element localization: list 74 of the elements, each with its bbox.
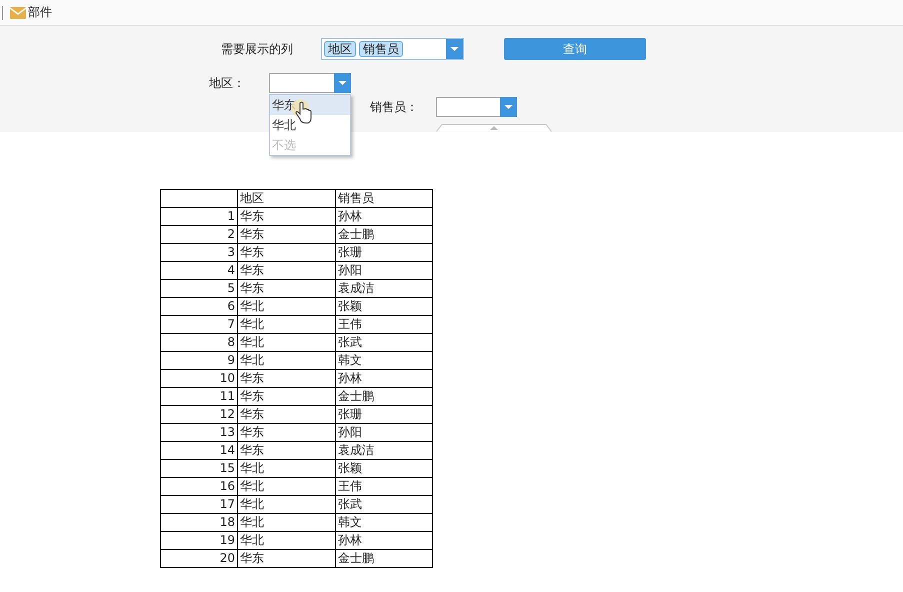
table-cell: 张武: [336, 496, 432, 514]
column-tag[interactable]: 销售员: [359, 41, 403, 57]
table-cell: 孙阳: [336, 262, 432, 280]
envelope-icon: [10, 6, 26, 18]
region-select[interactable]: [269, 73, 351, 93]
salesperson-select[interactable]: [436, 97, 517, 117]
columns-label: 需要展示的列: [221, 40, 294, 58]
table-cell: 王伟: [336, 316, 432, 334]
table-cell: 华北: [238, 532, 336, 550]
row-number-cell: 14: [160, 442, 238, 460]
row-number-cell: 13: [160, 424, 238, 442]
table-cell: 华东: [238, 226, 336, 244]
dropdown-option[interactable]: 华北: [270, 115, 350, 135]
columns-select[interactable]: 地区 销售员: [321, 38, 464, 60]
table-cell: 金士鹏: [336, 550, 432, 568]
row-number-cell: 8: [160, 334, 238, 352]
table-cell: 张珊: [336, 244, 432, 262]
table-cell: 张颖: [336, 460, 432, 478]
row-number-cell: 11: [160, 388, 238, 406]
row-number-cell: 6: [160, 298, 238, 316]
row-number-cell: 4: [160, 262, 238, 280]
table-cell: 韩文: [336, 352, 432, 370]
row-number-cell: 12: [160, 406, 238, 424]
table-cell: 华东: [238, 550, 336, 568]
salesperson-label: 销售员：: [370, 98, 419, 116]
table-cell: 华北: [238, 478, 336, 496]
table-cell: 孙林: [336, 532, 432, 550]
table-cell: 王伟: [336, 478, 432, 496]
table-cell: 华北: [238, 460, 336, 478]
region-label: 地区：: [209, 74, 246, 92]
table-cell: 华东: [238, 388, 336, 406]
table-cell: 华东: [238, 442, 336, 460]
table-cell: 孙林: [336, 370, 432, 388]
table-cell: 孙阳: [336, 424, 432, 442]
row-number-cell: 15: [160, 460, 238, 478]
table-cell: 华东: [238, 370, 336, 388]
tab-label[interactable]: 部件: [28, 4, 52, 21]
row-number-cell: 20: [160, 550, 238, 568]
table-cell: 张珊: [336, 406, 432, 424]
table-cell: 华北: [238, 352, 336, 370]
row-number-cell: 3: [160, 244, 238, 262]
collapse-handle[interactable]: [436, 124, 552, 132]
table-cell: 华北: [238, 496, 336, 514]
table-cell: 华北: [238, 298, 336, 316]
row-number-cell: 7: [160, 316, 238, 334]
table-cell: 张颖: [336, 298, 432, 316]
table-header-cell: 地区: [238, 190, 336, 208]
table-cell: 华北: [238, 334, 336, 352]
row-number-cell: 9: [160, 352, 238, 370]
table-cell: 袁成洁: [336, 280, 432, 298]
table-cell: 金士鹏: [336, 388, 432, 406]
row-number-cell: 1: [160, 208, 238, 226]
row-number-cell: 5: [160, 280, 238, 298]
row-number-cell: 16: [160, 478, 238, 496]
table-cell: 华北: [238, 316, 336, 334]
table-cell: 华东: [238, 262, 336, 280]
row-number-cell: 18: [160, 514, 238, 532]
table-cell: 袁成洁: [336, 442, 432, 460]
table-cell: 金士鹏: [336, 226, 432, 244]
row-number-cell: 10: [160, 370, 238, 388]
row-number-cell: 2: [160, 226, 238, 244]
table-cell: 华北: [238, 514, 336, 532]
table-cell: 韩文: [336, 514, 432, 532]
column-tag[interactable]: 地区: [324, 41, 356, 57]
row-number-cell: 19: [160, 532, 238, 550]
table-header-cell: 销售员: [336, 190, 432, 208]
table-cell: 华东: [238, 424, 336, 442]
table-cell: 孙林: [336, 208, 432, 226]
table-cell: 华东: [238, 406, 336, 424]
table-cell: 张武: [336, 334, 432, 352]
table-cell: 华东: [238, 208, 336, 226]
row-number-cell: 17: [160, 496, 238, 514]
table-cell: 华东: [238, 280, 336, 298]
table-cell: 华东: [238, 244, 336, 262]
